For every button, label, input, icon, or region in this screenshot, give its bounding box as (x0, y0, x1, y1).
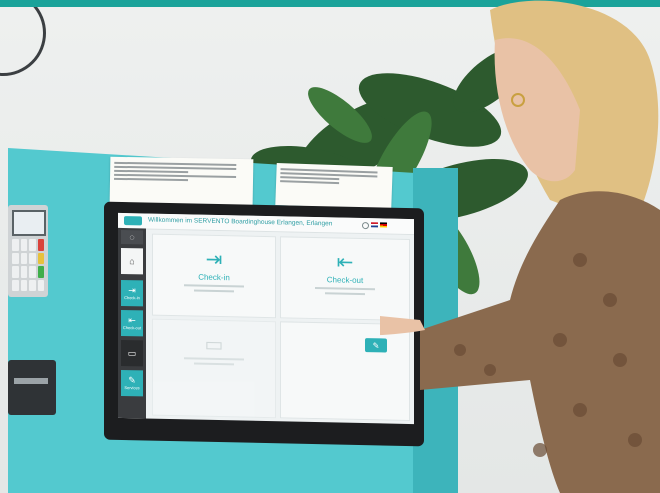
checkin-label: Check-in (198, 272, 230, 283)
rooms-description-line2 (194, 362, 234, 366)
checkout-label: Check-out (326, 275, 364, 286)
sidebar-item-label: Check-out (122, 325, 142, 331)
door-exit-icon: ⇤ (128, 315, 136, 326)
instruction-note-right (275, 162, 393, 210)
globe-icon[interactable] (362, 222, 369, 230)
card-terminal-keypad[interactable] (12, 239, 44, 291)
door-enter-icon: ⇥ (205, 248, 223, 272)
sidebar-item-rooms[interactable]: ▭ (121, 339, 143, 367)
sidebar-item-language[interactable]: ◌ (121, 229, 143, 245)
woman-using-kiosk (380, 0, 660, 493)
photo-frame: Willkommen im SERVENTO Boardinghouse Erl… (0, 0, 660, 493)
screen-sidebar: ◌ ⌂ ⇥ Check-in ⇤ Check-out ▭ ✎ Services (118, 227, 146, 419)
checkout-description-line2 (325, 292, 365, 296)
welcome-text: Willkommen im SERVENTO Boardinghouse Erl… (148, 216, 333, 228)
door-exit-icon: ⇤ (336, 251, 354, 274)
bed-icon: ▭ (204, 333, 224, 357)
sidebar-item-label: Check-in (124, 295, 140, 301)
sidebar-item-home[interactable]: ⌂ (121, 247, 143, 275)
bed-icon: ▭ (127, 347, 137, 358)
instruction-note-left (109, 156, 254, 206)
sidebar-item-label: Services (124, 385, 140, 391)
uk-flag-icon[interactable] (371, 222, 378, 228)
checkout-description (315, 287, 375, 291)
servento-logo (124, 216, 142, 226)
services-icon: ✎ (128, 375, 136, 386)
sidebar-item-checkin[interactable]: ⇥ Check-in (121, 279, 143, 307)
rooms-description (184, 357, 244, 361)
checkin-description-line2 (194, 289, 234, 293)
card-dispenser-slot[interactable] (8, 360, 56, 415)
sidebar-item-checkout[interactable]: ⇤ Check-out (121, 309, 143, 337)
door-enter-icon: ⇥ (128, 285, 136, 296)
home-icon: ⌂ (129, 255, 135, 266)
card-terminal-display (12, 210, 46, 236)
card-terminal[interactable] (8, 205, 48, 297)
rooms-tile[interactable]: ▭ (152, 318, 276, 419)
sidebar-item-services[interactable]: ✎ Services (121, 369, 143, 397)
checkin-tile[interactable]: ⇥ Check-in (152, 233, 276, 319)
language-icon: ◌ (129, 231, 135, 242)
checkin-description (184, 284, 244, 288)
touchscreen[interactable]: Willkommen im SERVENTO Boardinghouse Erl… (118, 212, 414, 425)
